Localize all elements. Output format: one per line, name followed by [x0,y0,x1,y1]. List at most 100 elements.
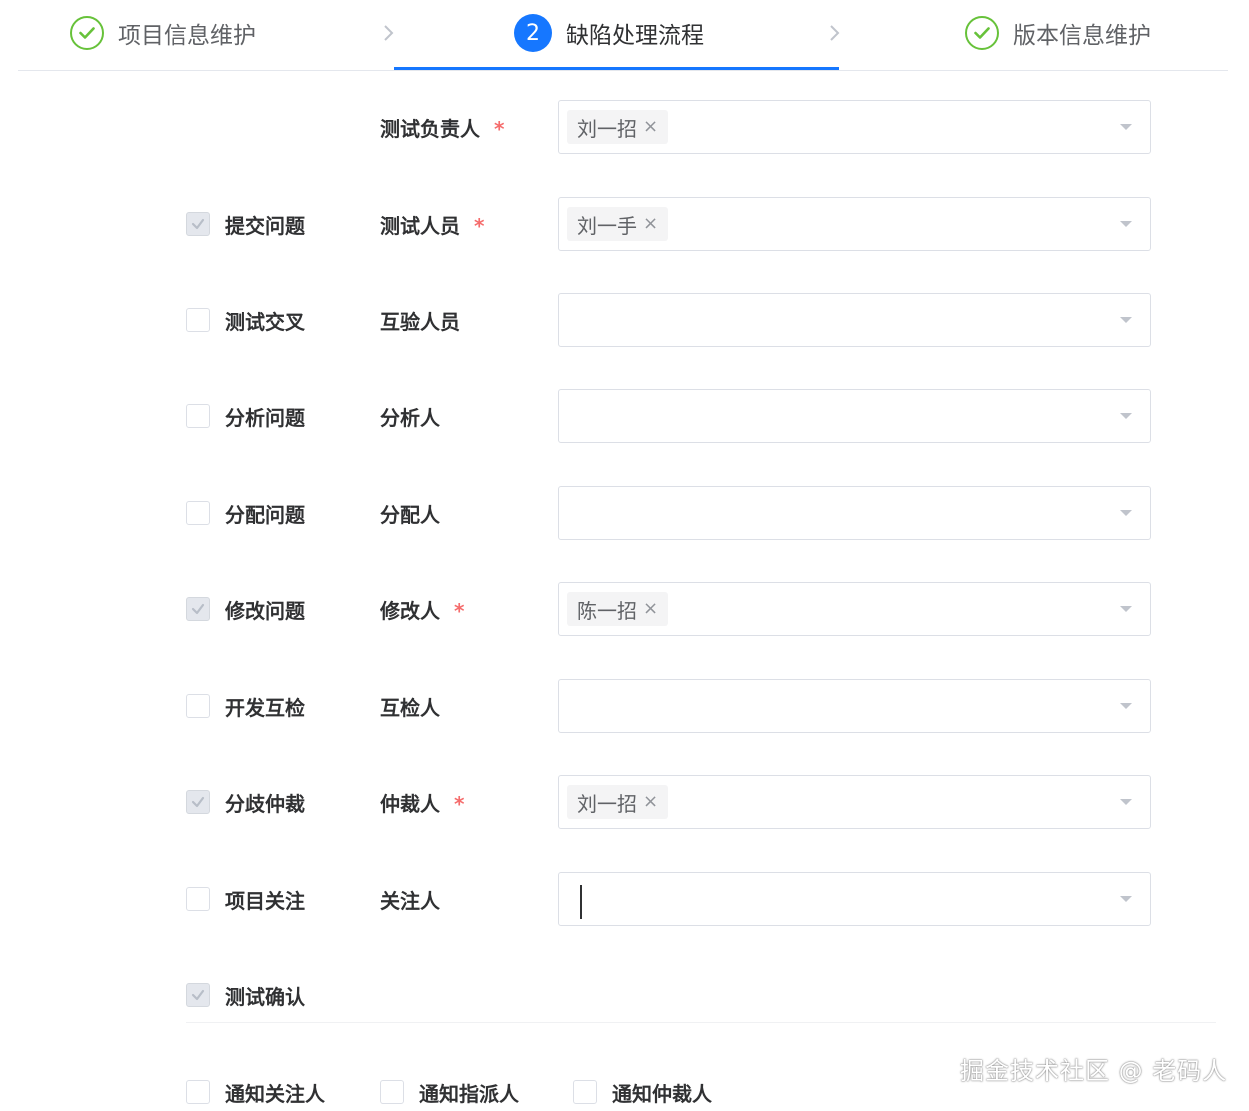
step-enable-checkbox[interactable] [186,887,210,911]
step-label: 缺陷处理流程 [566,23,704,49]
selected-user-tag: 刘一手 × [567,207,669,241]
step-number-badge: 2 [514,14,552,52]
close-icon[interactable]: × [643,215,658,233]
tag-text: 刘一手 [577,213,637,238]
checkbox-label: 通知仲裁人 [612,1082,712,1106]
required-mark: * [454,599,465,623]
form-row: 分歧仲裁 仲裁人 * 刘一招 × [0,775,1249,829]
checkbox-label: 开发互检 [225,696,305,720]
chevron-down-icon[interactable] [1120,124,1132,130]
checkbox-label: 分析问题 [225,406,305,430]
chevron-down-icon[interactable] [1120,606,1132,612]
step-enable-checkbox[interactable] [186,983,210,1007]
form-row: 测试负责人 * 刘一招 × [0,100,1249,154]
step-version-info[interactable]: 版本信息维护 [965,13,1151,53]
required-mark: * [494,117,505,141]
user-select[interactable] [558,389,1151,443]
form-row: 分析问题 分析人 [0,389,1249,443]
tag-text: 刘一招 [577,116,637,141]
checkbox-label: 提交问题 [225,214,305,238]
selected-user-tag: 陈一招 × [567,592,669,626]
step-enable-checkbox[interactable] [186,694,210,718]
notify-watchers-checkbox[interactable] [186,1080,210,1104]
checkbox-label: 修改问题 [225,599,305,623]
form-row: 提交问题 测试人员 * 刘一手 × [0,197,1249,251]
field-label: 互验人员 [380,306,460,335]
field-label: 分析人 [380,402,440,431]
form-row: 分配问题 分配人 [0,486,1249,540]
step-defect-process[interactable]: 2 缺陷处理流程 [514,13,704,53]
form-row: 开发互检 互检人 [0,679,1249,733]
user-select[interactable] [558,872,1151,926]
field-label-text: 分配人 [380,503,440,527]
check-circle-icon [70,16,104,50]
field-label: 互检人 [380,692,440,721]
step-enable-checkbox[interactable] [186,790,210,814]
checkbox-label: 通知关注人 [225,1082,325,1106]
notify-assignee-checkbox[interactable] [380,1080,404,1104]
user-select[interactable]: 刘一手 × [558,197,1151,251]
user-select[interactable]: 刘一招 × [558,775,1151,829]
user-select[interactable] [558,293,1151,347]
step-label: 版本信息维护 [1013,23,1151,49]
step-enable-checkbox[interactable] [186,597,210,621]
chevron-right-icon [384,25,394,41]
field-label-text: 修改人 [380,599,440,623]
tag-text: 陈一招 [577,598,637,623]
required-mark: * [474,214,485,238]
field-label: 修改人 * [380,595,464,624]
text-caret [580,885,582,919]
field-label-text: 互验人员 [380,310,460,334]
form-row: 项目关注 关注人 [0,872,1249,926]
checkbox-label: 分歧仲裁 [225,792,305,816]
checkbox-label: 测试交叉 [225,310,305,334]
chevron-down-icon[interactable] [1120,510,1132,516]
form-row: 测试确认 [0,968,1249,1022]
field-label-text: 测试负责人 [380,117,480,141]
steps-bar: 项目信息维护 2 缺陷处理流程 版本信息维护 [18,0,1228,71]
step-enable-checkbox[interactable] [186,308,210,332]
form-row: 修改问题 修改人 * 陈一招 × [0,582,1249,636]
notify-arbiter-checkbox[interactable] [573,1080,597,1104]
tag-text: 刘一招 [577,791,637,816]
chevron-down-icon[interactable] [1120,799,1132,805]
checkbox-label: 测试确认 [225,985,305,1009]
field-label-text: 互检人 [380,696,440,720]
selected-user-tag: 刘一招 × [567,785,669,819]
field-label-text: 测试人员 [380,214,460,238]
selected-user-tag: 刘一招 × [567,110,669,144]
chevron-right-icon [830,25,840,41]
step-enable-checkbox[interactable] [186,501,210,525]
checkbox-label: 项目关注 [225,889,305,913]
field-label: 关注人 [380,885,440,914]
user-select[interactable] [558,486,1151,540]
close-icon[interactable]: × [643,118,658,136]
field-label: 分配人 [380,499,440,528]
user-select[interactable]: 陈一招 × [558,582,1151,636]
chevron-down-icon[interactable] [1120,221,1132,227]
field-label: 仲裁人 * [380,788,464,817]
close-icon[interactable]: × [643,600,658,618]
field-label: 测试人员 * [380,210,484,239]
chevron-down-icon[interactable] [1120,413,1132,419]
active-step-indicator [394,67,839,70]
user-select[interactable] [558,679,1151,733]
user-select[interactable]: 刘一招 × [558,100,1151,154]
field-label-text: 分析人 [380,406,440,430]
step-label: 项目信息维护 [118,23,256,49]
field-label-text: 关注人 [380,889,440,913]
close-icon[interactable]: × [643,793,658,811]
chevron-down-icon[interactable] [1120,317,1132,323]
step-enable-checkbox[interactable] [186,212,210,236]
field-label-text: 仲裁人 [380,792,440,816]
divider [186,1022,1216,1023]
checkbox-label: 通知指派人 [419,1082,519,1106]
chevron-down-icon[interactable] [1120,896,1132,902]
step-enable-checkbox[interactable] [186,404,210,428]
watermark: 掘金技术社区 @ 老码人 [960,1057,1228,1085]
checkbox-label: 分配问题 [225,503,305,527]
form-row: 测试交叉 互验人员 [0,293,1249,347]
step-project-info[interactable]: 项目信息维护 [70,13,256,53]
check-circle-icon [965,16,999,50]
chevron-down-icon[interactable] [1120,703,1132,709]
